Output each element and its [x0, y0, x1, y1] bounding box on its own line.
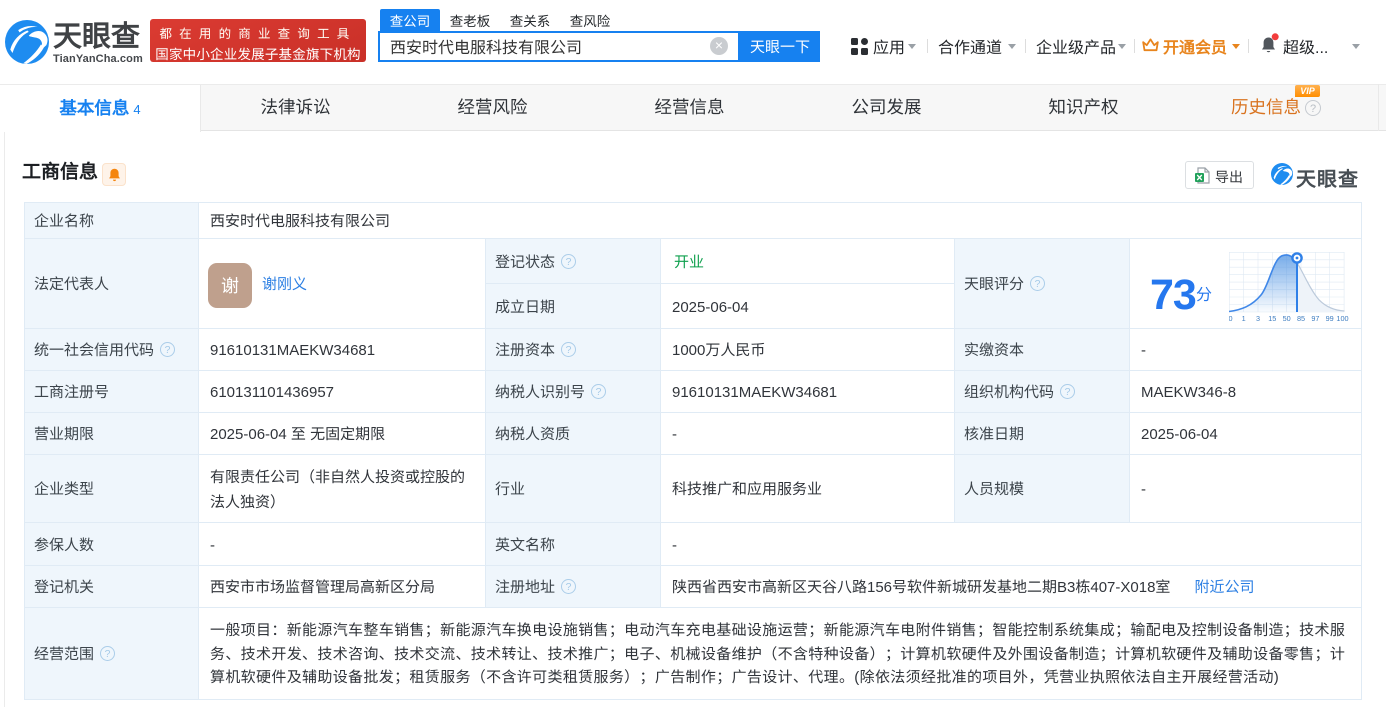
svg-text:100: 100 — [1336, 314, 1348, 323]
svg-text:0: 0 — [1229, 314, 1233, 323]
svg-text:99: 99 — [1326, 314, 1334, 323]
svg-text:1: 1 — [1242, 314, 1246, 323]
svg-text:85: 85 — [1297, 314, 1305, 323]
svg-text:15: 15 — [1268, 314, 1276, 323]
svg-text:3: 3 — [1256, 314, 1260, 323]
svg-text:50: 50 — [1283, 314, 1291, 323]
svg-text:97: 97 — [1311, 314, 1319, 323]
